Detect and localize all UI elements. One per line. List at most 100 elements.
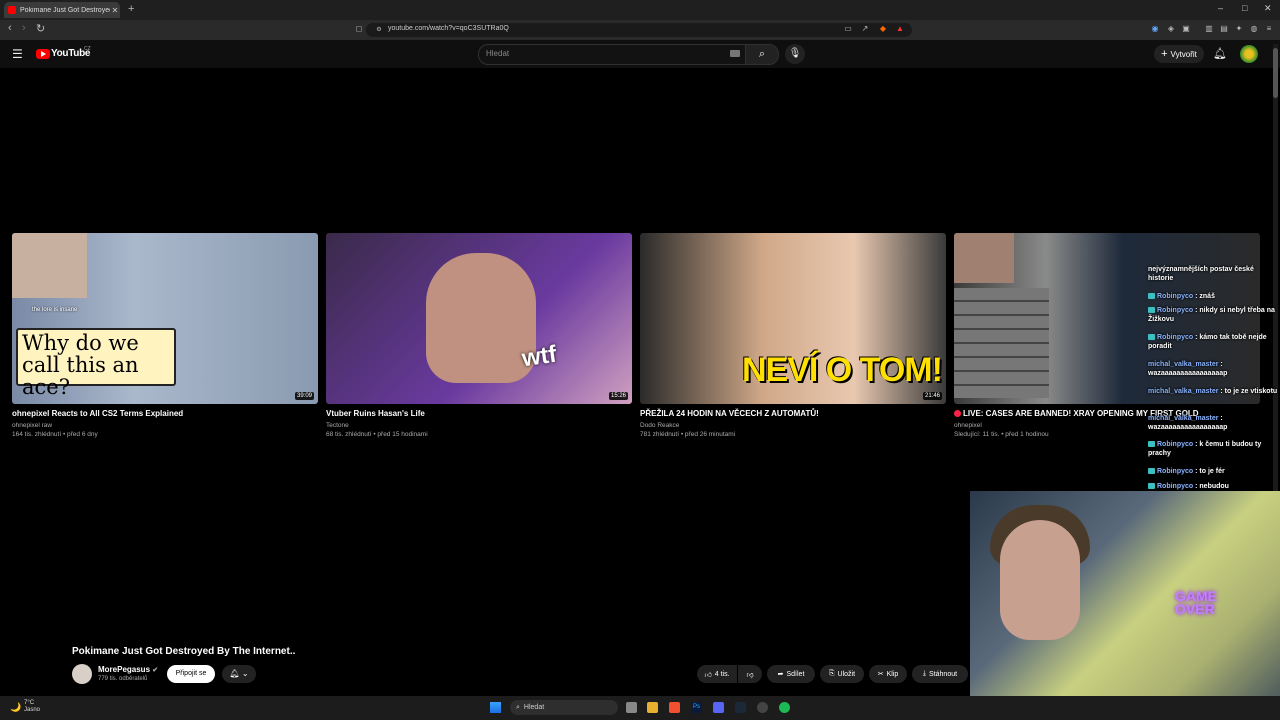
youtube-logo-icon[interactable] (36, 49, 50, 59)
close-window-icon[interactable]: ✕ (1264, 3, 1272, 14)
share-icon: ➦ (777, 671, 784, 678)
youtube-favicon-icon (8, 6, 16, 14)
share-label: Sdílet (786, 670, 805, 678)
video-channel[interactable]: ohnepixel raw (12, 422, 52, 429)
download-icon: ⤓ (922, 670, 927, 677)
obs-icon[interactable] (757, 702, 768, 713)
temperature: 7°C (24, 700, 35, 706)
steam-icon[interactable] (735, 702, 746, 713)
clip-label: Klip (886, 670, 899, 678)
back-icon[interactable]: ‹ (8, 22, 12, 34)
weather-widget[interactable]: 7°C Jasno (24, 700, 40, 714)
sidebar-icon[interactable]: ▥ (1204, 24, 1214, 34)
brave-shield-icon[interactable]: ◆ (878, 24, 888, 34)
weather-icon[interactable]: 🌙 (10, 702, 21, 713)
video-channel[interactable]: Tectone (326, 422, 349, 429)
subscriber-count: 779 tis. odběratelů (98, 676, 148, 682)
user-avatar[interactable] (1240, 45, 1258, 63)
hamburger-menu-icon[interactable]: ☰ (12, 47, 23, 61)
extension-icon[interactable]: ◈ (1166, 24, 1176, 34)
join-button[interactable]: Připojit se (167, 665, 215, 683)
new-tab-icon[interactable]: + (128, 3, 134, 15)
like-button[interactable]: 👍︎ 4 tis. (697, 665, 737, 683)
search-placeholder: Hledat (486, 49, 510, 58)
close-tab-icon[interactable]: ✕ (110, 6, 120, 15)
chat-badge-icon (1148, 293, 1155, 300)
discord-icon[interactable] (713, 702, 724, 713)
brave-browser-icon[interactable] (669, 702, 680, 713)
channel-avatar[interactable] (72, 664, 92, 684)
windows-start-icon[interactable] (490, 702, 501, 713)
thumbnail-caption: the lore is insane (32, 307, 78, 313)
browser-tab[interactable]: Pokimane Just Got Destroyed B... ✕ (4, 2, 120, 18)
subscription-bell-button[interactable]: 🔔︎ ⌄ (222, 665, 256, 683)
vpn-icon[interactable]: ◍ (1249, 24, 1259, 34)
microphone-icon: 🎙 (788, 48, 802, 59)
reload-icon[interactable]: ↻ (36, 22, 45, 35)
site-info-icon[interactable]: ⚙ (374, 25, 384, 35)
task-view-icon[interactable] (626, 702, 637, 713)
chat-message: Robinpyco : kámo tak tobě nejde poradit (1148, 333, 1280, 352)
video-title[interactable]: ohnepixel Reacts to All CS2 Terms Explai… (12, 409, 183, 418)
video-title[interactable]: PŘEŽILA 24 HODIN NA VĚCECH Z AUTOMATŮ! (640, 409, 819, 418)
extension2-icon[interactable]: ▣ (1181, 24, 1191, 34)
channel-name[interactable]: MorePegasus ✔ (98, 665, 158, 674)
verified-icon: ✔ (152, 667, 159, 674)
video-channel[interactable]: ohnepixel (954, 422, 982, 429)
chat-text: : to je fér (1195, 468, 1225, 475)
chat-text: : znáš (1195, 293, 1215, 300)
clip-button[interactable]: ✂ Klip (869, 665, 907, 683)
video-duration: 39:09 (294, 392, 314, 400)
browser-menu-icon[interactable]: ≡ (1264, 24, 1274, 34)
download-button[interactable]: ⤓ Stáhnout (912, 665, 968, 683)
brave-rewards-icon[interactable]: ▲ (895, 24, 905, 34)
video-meta: 164 tis. zhlédnutí • před 6 dny (12, 431, 98, 438)
bell-icon: 🔔︎ (229, 669, 240, 678)
notifications-bell-icon[interactable]: 🔔︎ (1213, 47, 1227, 60)
plus-icon: + (1161, 48, 1168, 60)
file-explorer-icon[interactable] (647, 702, 658, 713)
search-icon: ⌕ (516, 703, 520, 711)
maximize-icon[interactable]: □ (1242, 3, 1247, 13)
tabs-icon[interactable]: ▤ (1219, 24, 1229, 34)
search-button[interactable]: ⌕ (745, 44, 779, 65)
voice-search-button[interactable]: 🎙 (785, 44, 805, 64)
chat-text: : nebudou (1195, 483, 1229, 490)
search-icon: ⌕ (758, 48, 766, 60)
forward-icon[interactable]: › (22, 22, 26, 34)
chat-message: Robinpyco : znáš (1148, 292, 1280, 301)
audio-icon[interactable]: ◉ (1150, 24, 1160, 34)
taskbar-search-label: Hledat (523, 704, 545, 711)
scissors-icon: ✂ (877, 671, 884, 678)
streamer-facecam (954, 233, 1014, 283)
video-thumbnail[interactable]: the lore is insane Why do we call this a… (12, 233, 318, 404)
cast-icon[interactable]: ▭ (843, 24, 853, 34)
share-page-icon[interactable]: ↗ (860, 24, 870, 34)
keyboard-icon[interactable] (730, 50, 740, 57)
chat-username: michal_valka_master (1148, 415, 1219, 422)
thumbnail-text: Why do we call this an ace? (16, 328, 176, 398)
spotify-icon[interactable] (779, 702, 790, 713)
scrollbar-thumb[interactable] (1273, 48, 1278, 98)
chat-badge-icon (1148, 307, 1155, 314)
taskbar-search[interactable]: ⌕ Hledat (510, 700, 618, 715)
dislike-button[interactable]: 👎︎ (738, 665, 762, 683)
save-button[interactable]: ⎘ Uložit (820, 665, 864, 683)
region-code: CZ (84, 46, 91, 52)
video-thumbnail[interactable]: NEVÍ O TOM! 21:46 (640, 233, 946, 404)
thumbs-down-icon: 👎︎ (746, 671, 754, 679)
create-button[interactable]: + Vytvořit (1154, 45, 1204, 63)
video-meta: 68 tis. zhlédnutí • před 15 hodinami (326, 431, 428, 438)
chat-text: : to je ze vtiskotu (1220, 388, 1278, 395)
leo-icon[interactable]: ✦ (1234, 24, 1244, 34)
video-thumbnail[interactable]: wtf 15:26 (326, 233, 632, 404)
share-button[interactable]: ➦ Sdílet (767, 665, 815, 683)
video-title[interactable]: Vtuber Ruins Hasan's Life (326, 409, 425, 418)
search-input[interactable] (478, 44, 746, 65)
url-text[interactable]: youtube.com/watch?v=qoC3SUTRa0Q (388, 25, 509, 32)
bookmark-icon[interactable]: ◻ (354, 24, 364, 34)
photoshop-icon[interactable]: Ps (691, 702, 702, 713)
minimize-icon[interactable]: – (1218, 3, 1223, 13)
chat-message: michal_valka_master : wazaaaaaaaaaaaaaaa… (1148, 360, 1280, 379)
video-channel[interactable]: Dodo Reakce (640, 422, 679, 429)
